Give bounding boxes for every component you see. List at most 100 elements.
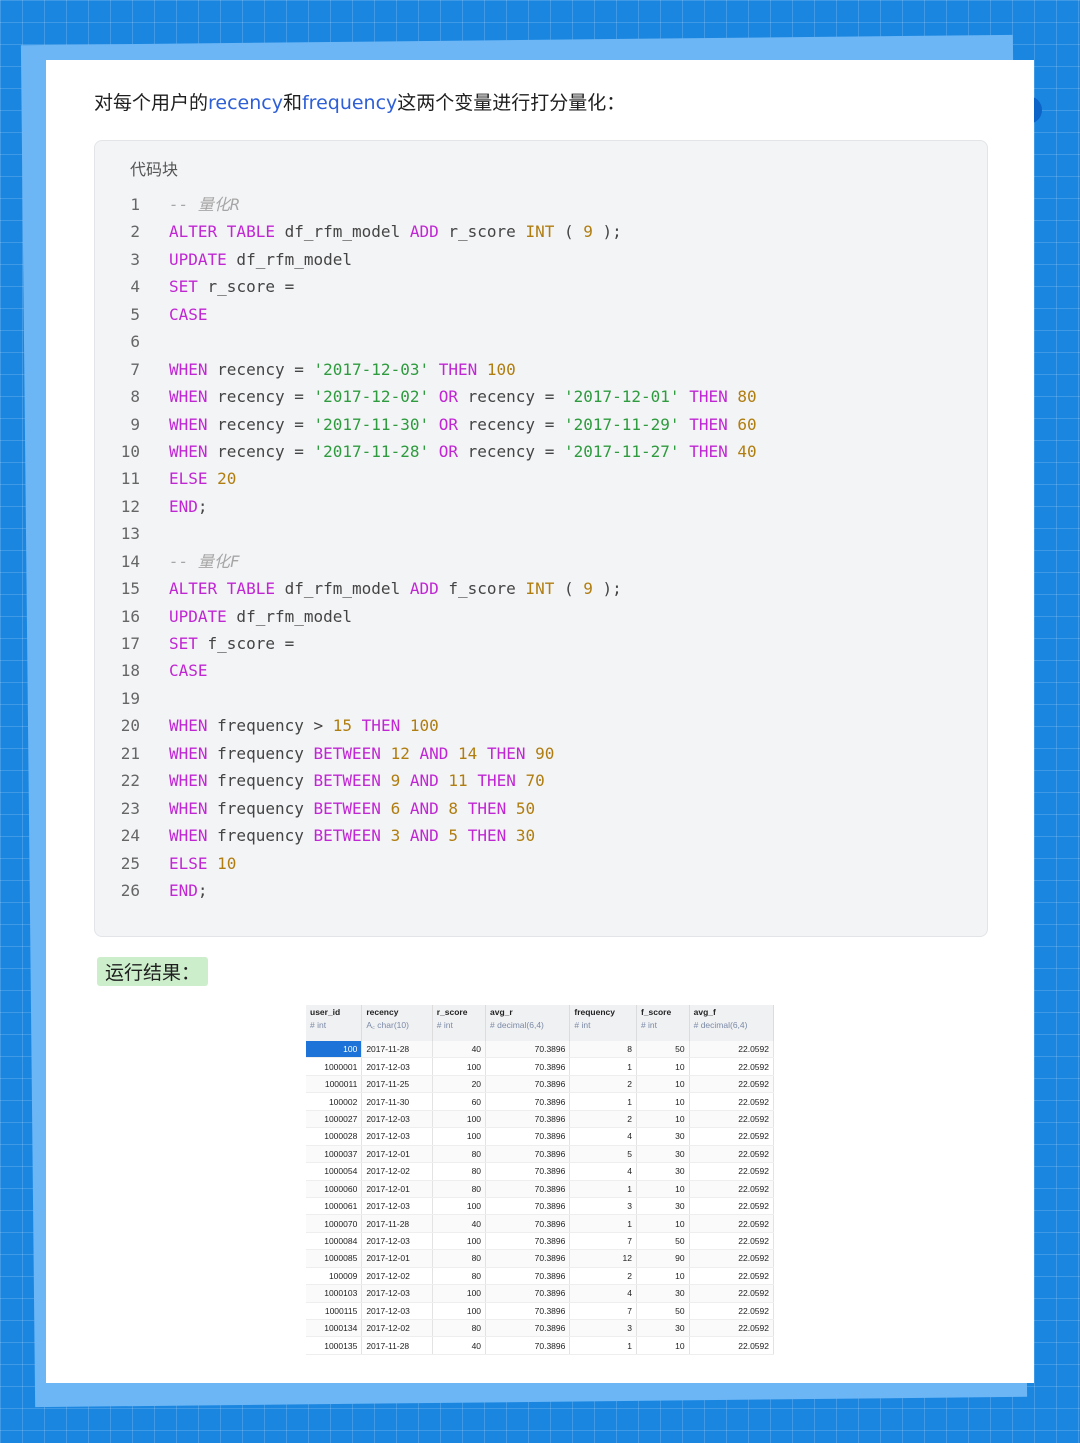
table-cell-user-id[interactable]: 100009 [306,1267,363,1286]
table-cell-recency[interactable]: 2017-12-03 [361,1197,433,1216]
table-cell-recency[interactable]: 2017-12-03 [361,1302,433,1321]
table-cell-avg-r[interactable]: 70.3896 [485,1197,571,1216]
table-cell-frequency[interactable]: 2 [569,1075,637,1094]
table-cell-avg-r[interactable]: 70.3896 [485,1249,571,1268]
table-cell-r-score[interactable]: 80 [432,1180,487,1198]
table-cell-frequency[interactable]: 7 [569,1232,637,1251]
table-cell-recency[interactable]: 2017-11-25 [361,1075,433,1094]
table-cell-recency[interactable]: 2017-12-03 [361,1284,433,1303]
table-cell-avg-r[interactable]: 70.3896 [485,1319,571,1338]
table-cell-user-id[interactable]: 100002 [306,1092,363,1111]
table-cell-avg-r[interactable]: 70.3896 [485,1127,571,1146]
table-cell-frequency[interactable]: 5 [569,1145,637,1164]
table-cell-frequency[interactable]: 1 [569,1214,637,1233]
table-cell-frequency[interactable]: 1 [569,1092,637,1111]
table-cell-f-score[interactable]: 30 [636,1162,690,1181]
table-cell-avg-r[interactable]: 70.3896 [485,1110,571,1129]
table-row[interactable]: 1000084 2017-12-03 100 70.3896 7 50 22.0592 [306,1232,775,1251]
table-row[interactable]: 1000061 2017-12-03 100 70.3896 3 30 22.0592 [306,1197,775,1216]
table-row[interactable]: 100 2017-11-28 40 70.3896 8 50 22.0592 [306,1041,775,1059]
table-cell-recency[interactable]: 2017-12-02 [361,1162,433,1181]
table-cell-f-score[interactable]: 10 [636,1075,690,1094]
table-cell-recency[interactable]: 2017-11-28 [361,1214,433,1233]
table-cell-recency[interactable]: 2017-12-03 [361,1110,433,1129]
table-cell-user-id[interactable]: 100 [306,1041,363,1059]
table-cell-r-score[interactable]: 80 [432,1162,487,1181]
table-cell-r-score[interactable]: 60 [432,1092,487,1111]
table-cell-recency[interactable]: 2017-11-28 [361,1336,433,1355]
table-cell-frequency[interactable]: 2 [569,1110,637,1129]
table-row[interactable]: 1000028 2017-12-03 100 70.3896 4 30 22.0592 [306,1127,775,1146]
table-cell-recency[interactable]: 2017-12-01 [361,1180,433,1198]
table-cell-avg-f[interactable]: 22.0592 [689,1162,775,1181]
table-row[interactable]: 1000054 2017-12-02 80 70.3896 4 30 22.0592 [306,1162,775,1181]
table-cell-avg-r[interactable]: 70.3896 [485,1057,571,1076]
table-cell-f-score[interactable]: 30 [636,1145,690,1164]
table-cell-user-id[interactable]: 1000115 [306,1302,363,1321]
table-cell-avg-f[interactable]: 22.0592 [689,1127,775,1146]
table-cell-r-score[interactable]: 80 [432,1319,487,1338]
table-cell-avg-r[interactable]: 70.3896 [485,1092,571,1111]
table-cell-user-id[interactable]: 1000134 [306,1319,363,1338]
table-cell-f-score[interactable]: 10 [636,1092,690,1111]
table-cell-avg-f[interactable]: 22.0592 [689,1319,775,1338]
table-cell-frequency[interactable]: 4 [569,1162,637,1181]
table-cell-f-score[interactable]: 30 [636,1127,690,1146]
table-cell-avg-r[interactable]: 70.3896 [485,1162,571,1181]
table-cell-avg-r[interactable]: 70.3896 [485,1041,571,1059]
table-row[interactable]: 100009 2017-12-02 80 70.3896 2 10 22.0592 [306,1267,775,1286]
table-cell-frequency[interactable]: 3 [569,1319,637,1338]
table-cell-r-score[interactable]: 100 [432,1232,487,1251]
table-cell-f-score[interactable]: 30 [636,1319,690,1338]
table-cell-f-score[interactable]: 50 [636,1232,690,1251]
table-cell-user-id[interactable]: 1000011 [306,1075,363,1094]
table-cell-f-score[interactable]: 50 [636,1302,690,1321]
table-row[interactable]: 1000027 2017-12-03 100 70.3896 2 10 22.0592 [306,1110,775,1129]
table-cell-frequency[interactable]: 4 [569,1284,637,1303]
table-cell-r-score[interactable]: 100 [432,1057,487,1076]
column-header-f-score[interactable]: f_score # int [636,1005,690,1041]
table-cell-frequency[interactable]: 4 [569,1127,637,1146]
table-cell-user-id[interactable]: 1000001 [306,1057,363,1076]
table-cell-f-score[interactable]: 10 [636,1180,690,1198]
table-cell-avg-f[interactable]: 22.0592 [689,1214,775,1233]
table-cell-avg-r[interactable]: 70.3896 [485,1267,571,1286]
table-row[interactable]: 1000060 2017-12-01 80 70.3896 1 10 22.0592 [306,1180,775,1198]
table-cell-recency[interactable]: 2017-12-03 [361,1127,433,1146]
table-cell-r-score[interactable]: 100 [432,1284,487,1303]
column-header-user-id[interactable]: user_id # int [306,1005,363,1041]
table-row[interactable]: 1000115 2017-12-03 100 70.3896 7 50 22.0592 [306,1302,775,1321]
table-cell-recency[interactable]: 2017-12-02 [361,1319,433,1338]
table-cell-frequency[interactable]: 1 [569,1336,637,1355]
table-cell-r-score[interactable]: 80 [432,1267,487,1286]
table-cell-avg-r[interactable]: 70.3896 [485,1145,571,1164]
column-header-avg-r[interactable]: avg_r # decimal(6,4) [485,1005,571,1041]
table-cell-avg-r[interactable]: 70.3896 [485,1214,571,1233]
table-cell-avg-f[interactable]: 22.0592 [689,1232,775,1251]
table-cell-f-score[interactable]: 10 [636,1214,690,1233]
table-cell-r-score[interactable]: 100 [432,1127,487,1146]
table-row[interactable]: 100002 2017-11-30 60 70.3896 1 10 22.0592 [306,1092,775,1111]
table-cell-user-id[interactable]: 1000084 [306,1232,363,1251]
table-row[interactable]: 1000011 2017-11-25 20 70.3896 2 10 22.0592 [306,1075,775,1094]
table-row[interactable]: 1000085 2017-12-01 80 70.3896 12 90 22.0592 [306,1249,775,1268]
table-cell-recency[interactable]: 2017-12-03 [361,1057,433,1076]
table-cell-avg-f[interactable]: 22.0592 [689,1197,775,1216]
table-row[interactable]: 1000070 2017-11-28 40 70.3896 1 10 22.0592 [306,1214,775,1233]
table-cell-avg-r[interactable]: 70.3896 [485,1075,571,1094]
table-row[interactable]: 1000134 2017-12-02 80 70.3896 3 30 22.0592 [306,1319,775,1338]
table-cell-user-id[interactable]: 1000085 [306,1249,363,1268]
table-cell-avg-r[interactable]: 70.3896 [485,1284,571,1303]
table-cell-f-score[interactable]: 50 [636,1041,690,1059]
table-cell-user-id[interactable]: 1000070 [306,1214,363,1233]
table-cell-avg-f[interactable]: 22.0592 [689,1284,775,1303]
table-cell-frequency[interactable]: 2 [569,1267,637,1286]
table-cell-avg-f[interactable]: 22.0592 [689,1249,775,1268]
table-cell-recency[interactable]: 2017-12-01 [361,1145,433,1164]
table-cell-r-score[interactable]: 20 [432,1075,487,1094]
table-cell-frequency[interactable]: 3 [569,1197,637,1216]
table-cell-avg-r[interactable]: 70.3896 [485,1302,571,1321]
table-cell-r-score[interactable]: 80 [432,1249,487,1268]
table-cell-r-score[interactable]: 100 [432,1110,487,1129]
table-cell-avg-f[interactable]: 22.0592 [689,1057,775,1076]
